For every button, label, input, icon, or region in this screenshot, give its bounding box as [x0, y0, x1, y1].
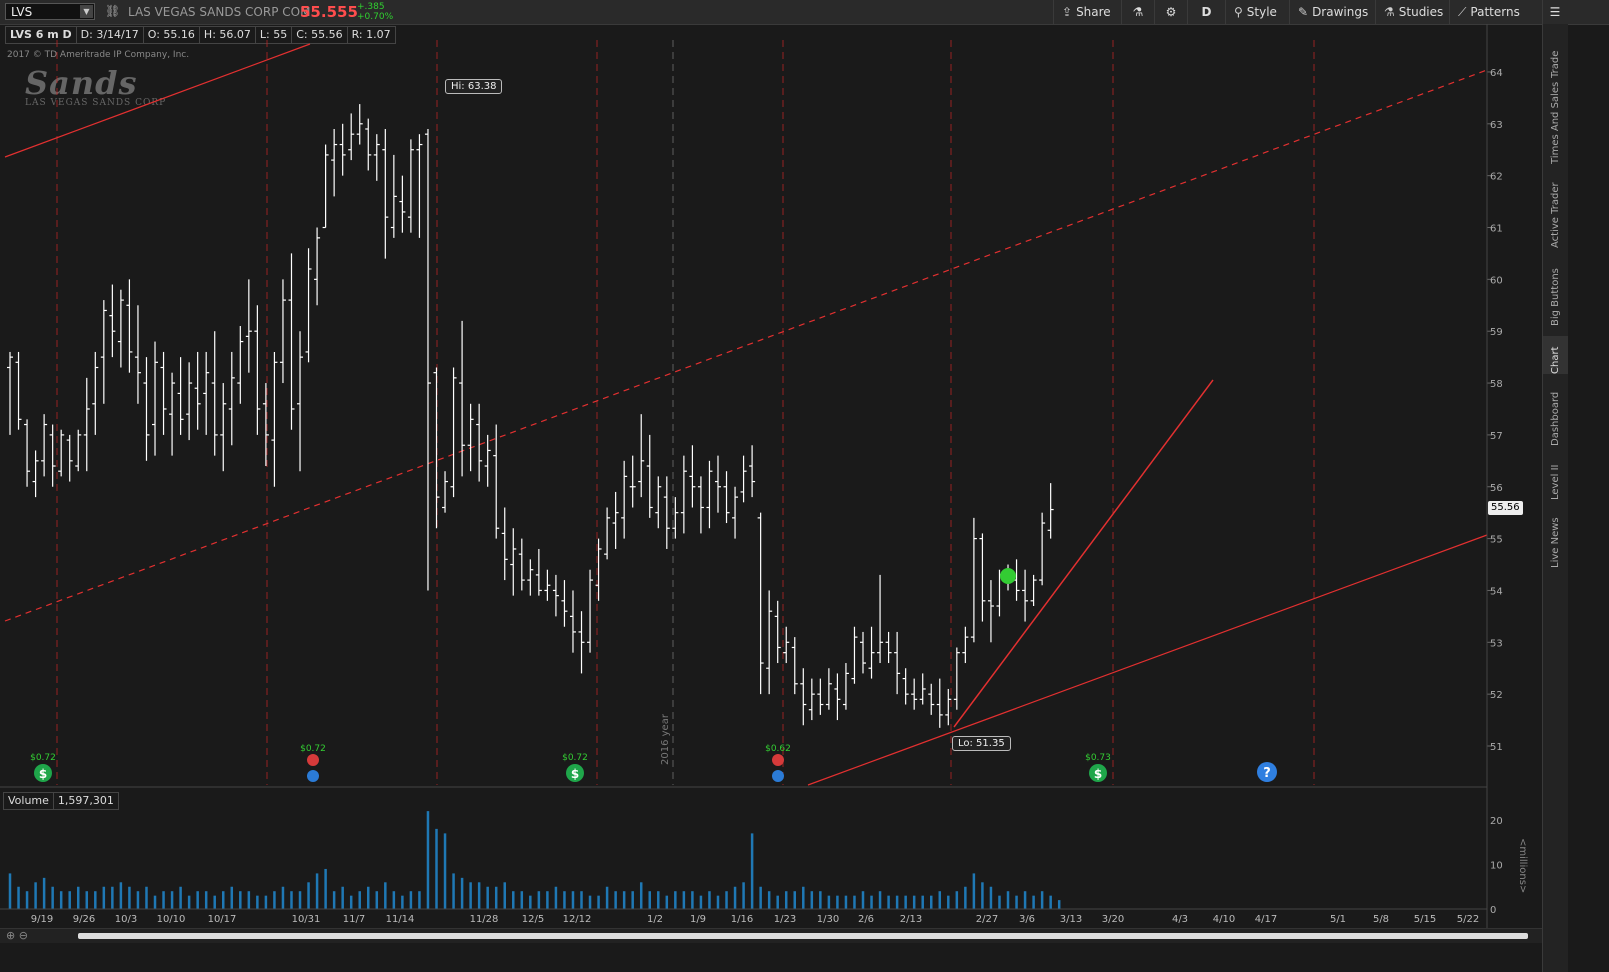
high-annotation: Hi: 63.38 — [445, 79, 503, 94]
dividend-label: $0.73 — [1085, 753, 1111, 763]
dividend-icon-glyph: $ — [39, 767, 47, 781]
x-tick-label: 12/5 — [522, 914, 544, 925]
question-icon-glyph: ? — [1263, 766, 1271, 781]
y-tick-label: 61 — [1490, 224, 1503, 235]
x-tick-label: 10/17 — [208, 914, 237, 925]
earnings-label: $0.62 — [765, 744, 791, 754]
x-tick-label: 4/10 — [1213, 914, 1235, 925]
tab-dashboard[interactable]: Dashboard — [1543, 384, 1568, 446]
y-tick-label: 55 — [1490, 535, 1503, 546]
x-tick-label: 5/22 — [1457, 914, 1479, 925]
y-tick-label: 62 — [1490, 172, 1503, 183]
volume-value: 1,597,301 — [52, 792, 119, 810]
x-tick-label: 1/9 — [690, 914, 706, 925]
conference-icon — [772, 770, 784, 782]
event-markers: $0.72 $ $0.72 $ $0.73 $ $0.72 $0.62? — [30, 744, 1277, 782]
x-tick-label: 9/26 — [73, 914, 95, 925]
y-tick-label: 57 — [1490, 431, 1503, 442]
x-tick-label: 5/15 — [1414, 914, 1436, 925]
y-tick-label: 51 — [1490, 742, 1503, 753]
x-tick-label: 3/6 — [1019, 914, 1035, 925]
x-tick-label: 10/31 — [292, 914, 321, 925]
signal-dot — [1000, 568, 1016, 584]
y-tick-label: 52 — [1490, 690, 1503, 701]
dividend-label: $0.72 — [30, 753, 56, 763]
low-annotation: Lo: 51.35 — [952, 736, 1011, 751]
dividend-icon-glyph: $ — [1094, 767, 1102, 781]
x-tick-label: 12/12 — [563, 914, 592, 925]
zoom-out-icon[interactable]: ⊖ — [19, 929, 28, 942]
volume-label: Volume 1,597,301 — [3, 792, 119, 810]
last-price-tag: 55.56 — [1488, 501, 1523, 515]
conference-icon — [307, 770, 319, 782]
earnings-icon — [307, 754, 319, 766]
y-tick-label: 54 — [1490, 586, 1503, 597]
volume-tick-label: 20 — [1490, 816, 1503, 827]
x-tick-label: 1/16 — [731, 914, 753, 925]
price-bars — [7, 104, 1054, 728]
x-tick-label: 1/2 — [647, 914, 663, 925]
earnings-icon — [772, 754, 784, 766]
x-tick-label: 5/8 — [1373, 914, 1389, 925]
dividend-label: $0.72 — [562, 753, 588, 763]
zoom-in-icon[interactable]: ⊕ — [6, 929, 15, 942]
menu-button[interactable]: ☰ — [1542, 0, 1567, 24]
period-lines — [56, 40, 1315, 785]
y-tick-label: 60 — [1490, 275, 1503, 286]
tab-level-ii[interactable]: Level II — [1543, 456, 1568, 500]
trend-lines — [4, 43, 1488, 786]
zoom-controls[interactable]: ⊕ ⊖ — [6, 929, 28, 943]
y-tick-label: 56 — [1490, 483, 1503, 494]
chart-scrollbar[interactable]: ⊕ ⊖ — [0, 928, 1542, 943]
right-sidebar: Trade Times And Sales Active Trader Big … — [1542, 24, 1568, 972]
tab-active-trader[interactable]: Active Trader — [1543, 174, 1568, 248]
x-tick-label: 2/27 — [976, 914, 998, 925]
x-tick-label: 4/3 — [1172, 914, 1188, 925]
earnings-label: $0.72 — [300, 744, 326, 754]
price-chart[interactable]: 5152535455565758596061626364 01020 9/19 9… — [0, 0, 1542, 928]
tab-times-and-sales[interactable]: Times And Sales — [1543, 82, 1568, 164]
year-label: 2016 year — [660, 713, 671, 765]
x-tick-label: 1/23 — [774, 914, 796, 925]
x-tick-label: 3/20 — [1102, 914, 1124, 925]
volume-tick-label: 0 — [1490, 905, 1496, 916]
x-tick-label: 11/28 — [470, 914, 499, 925]
channel-mid-line — [4, 69, 1488, 622]
support-trend-line — [953, 379, 1214, 728]
date-axis: 9/19 9/26 10/3 10/10 10/17 10/31 11/7 11/14 11/2… — [0, 908, 1487, 925]
tab-big-buttons[interactable]: Big Buttons — [1543, 260, 1568, 326]
volume-unit: <millions> — [1517, 838, 1528, 894]
scroll-thumb[interactable] — [78, 933, 1528, 939]
x-tick-label: 1/30 — [817, 914, 839, 925]
x-tick-label: 10/10 — [157, 914, 186, 925]
x-tick-label: 2/6 — [858, 914, 874, 925]
tab-live-news[interactable]: Live News — [1543, 510, 1568, 568]
tab-chart[interactable]: Chart — [1543, 336, 1568, 374]
x-tick-label: 11/7 — [343, 914, 365, 925]
y-tick-label: 59 — [1490, 327, 1503, 338]
x-tick-label: 9/19 — [31, 914, 53, 925]
x-tick-label: 3/13 — [1060, 914, 1082, 925]
x-tick-label: 5/1 — [1330, 914, 1346, 925]
y-tick-label: 63 — [1490, 120, 1503, 131]
menu-icon: ☰ — [1549, 5, 1561, 19]
upper-trend-line — [4, 43, 311, 158]
y-tick-label: 58 — [1490, 379, 1503, 390]
x-tick-label: 2/13 — [900, 914, 922, 925]
volume-tick-label: 10 — [1490, 861, 1503, 872]
x-tick-label: 4/17 — [1255, 914, 1277, 925]
tab-trade[interactable]: Trade — [1543, 34, 1568, 78]
volume-axis: 0 10 20 — [1490, 816, 1503, 916]
y-tick-label: 53 — [1490, 638, 1503, 649]
x-tick-label: 10/3 — [115, 914, 137, 925]
y-tick-label: 64 — [1490, 68, 1503, 79]
price-axis: 51 52 53 54 55 56 57 58 59 60 61 62 63 64 — [1487, 68, 1503, 753]
lower-channel-line — [807, 534, 1488, 786]
x-tick-label: 11/14 — [386, 914, 415, 925]
volume-bars — [8, 811, 1061, 909]
dividend-icon-glyph: $ — [571, 767, 579, 781]
